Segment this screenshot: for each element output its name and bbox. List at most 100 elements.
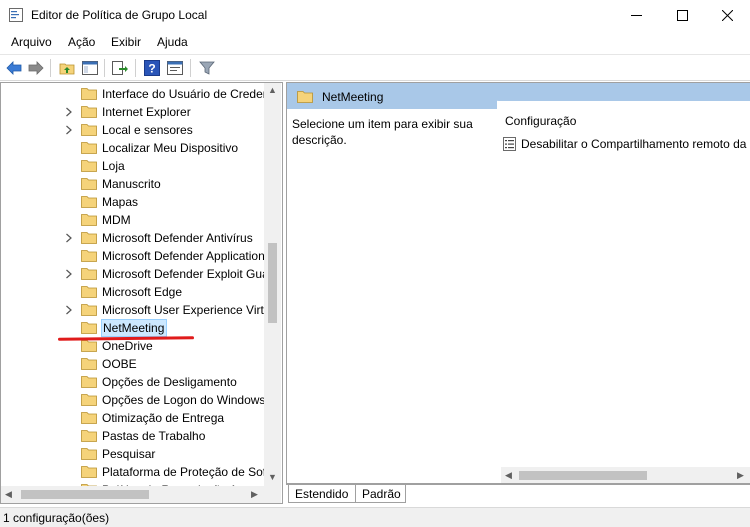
up-folder-icon: [59, 63, 75, 75]
expand-chevron-icon[interactable]: [65, 107, 73, 117]
tree-item-label: Microsoft Defender Application Guard: [102, 249, 266, 263]
expand-chevron-icon[interactable]: [65, 125, 73, 135]
status-text: 1 configuração(ões): [3, 511, 110, 525]
tree-item[interactable]: Local e sensores: [1, 121, 266, 139]
expand-chevron-icon[interactable]: [65, 305, 73, 315]
expand-chevron-icon[interactable]: [65, 233, 73, 243]
tree-item[interactable]: MDM: [1, 211, 266, 229]
view-tabs: Estendido Padrão: [286, 484, 750, 504]
column-header-configuracao[interactable]: Configuração: [505, 114, 576, 128]
folder-icon: [81, 340, 97, 352]
tree-horizontal-scroll-thumb[interactable]: [21, 490, 149, 499]
tree-item-label: Loja: [102, 159, 125, 173]
tree-item-label: Otimização de Entrega: [102, 411, 225, 425]
menu-arquivo[interactable]: Arquivo: [11, 35, 52, 49]
tree-item[interactable]: Otimização de Entrega: [1, 409, 266, 427]
up-one-level-button[interactable]: [58, 59, 76, 77]
tree-item-label: Localizar Meu Dispositivo: [102, 141, 239, 155]
folder-icon: [81, 412, 97, 424]
help-button[interactable]: ?: [143, 59, 161, 77]
folder-icon: [81, 376, 97, 388]
tree-item-label: Microsoft Defender Exploit Guard: [102, 267, 266, 281]
close-icon: [721, 10, 733, 21]
header-band: [287, 83, 497, 109]
tree-item-label: NetMeeting: [101, 319, 168, 337]
folder-icon: [81, 232, 97, 244]
tree-item[interactable]: Manuscrito: [1, 175, 266, 193]
setting-row[interactable]: Desabilitar o Compartilhamento remoto da…: [503, 135, 750, 153]
scroll-right-icon[interactable]: ▶: [737, 471, 744, 480]
show-hide-tree-icon: [82, 61, 98, 75]
minimize-button[interactable]: [613, 0, 659, 31]
folder-icon: [81, 178, 97, 190]
scroll-right-icon[interactable]: ▶: [251, 490, 258, 499]
properties-icon: [167, 61, 183, 75]
details-horizontal-scrollbar[interactable]: ◀ ▶: [501, 467, 750, 483]
setting-icon: [503, 137, 516, 151]
tab-padrao[interactable]: Padrão: [356, 485, 406, 503]
tree-pane[interactable]: Interface do Usuário de Credenciais Inter…: [0, 82, 283, 504]
tree-horizontal-scrollbar[interactable]: ◀ ▶: [1, 486, 264, 503]
toolbar-separator: [190, 59, 191, 77]
toolbar-separator: [50, 59, 51, 77]
tree-item[interactable]: Loja: [1, 157, 266, 175]
tree-item[interactable]: Pesquisar: [1, 445, 266, 463]
tree-item[interactable]: Mapas: [1, 193, 266, 211]
close-button[interactable]: [704, 0, 750, 31]
toolbar-separator: [104, 59, 105, 77]
folder-icon: [81, 196, 97, 208]
tree-item[interactable]: Localizar Meu Dispositivo: [1, 139, 266, 157]
folder-icon: [81, 250, 97, 262]
export-list-button[interactable]: [111, 59, 129, 77]
forward-button[interactable]: [27, 59, 45, 77]
tree-item-label: Opções de Desligamento: [102, 375, 237, 389]
toolbar-separator: [135, 59, 136, 77]
title-bar: Editor de Política de Grupo Local: [0, 0, 750, 31]
tree-item[interactable]: Internet Explorer: [1, 103, 266, 121]
folder-icon: [81, 430, 97, 442]
back-button[interactable]: [5, 59, 23, 77]
forward-arrow-icon: [28, 61, 44, 75]
scroll-down-icon[interactable]: ▼: [268, 473, 277, 482]
tree-item[interactable]: Opções de Logon do Windows: [1, 391, 266, 409]
maximize-icon: [676, 10, 688, 21]
details-pane: NetMeeting Selecione um item para exibir…: [286, 82, 750, 484]
tree-item[interactable]: Pastas de Trabalho: [1, 427, 266, 445]
details-horizontal-scroll-thumb[interactable]: [519, 471, 647, 480]
expand-chevron-icon[interactable]: [65, 269, 73, 279]
folder-icon: [81, 448, 97, 460]
scroll-left-icon[interactable]: ◀: [505, 471, 512, 480]
folder-icon: [81, 160, 97, 172]
scroll-left-icon[interactable]: ◀: [5, 490, 12, 499]
folder-icon: [81, 358, 97, 370]
tab-estendido[interactable]: Estendido: [288, 485, 356, 503]
folder-icon: [81, 394, 97, 406]
properties-button[interactable]: [166, 59, 184, 77]
show-hide-tree-button[interactable]: [81, 59, 99, 77]
tree-item[interactable]: NetMeeting: [1, 319, 266, 337]
filter-button[interactable]: [198, 59, 216, 77]
tree-item[interactable]: Microsoft Defender Exploit Guard: [1, 265, 266, 283]
tree-item[interactable]: Interface do Usuário de Credenciais: [1, 85, 266, 103]
tree-item[interactable]: Microsoft User Experience Virtualization: [1, 301, 266, 319]
tree-item[interactable]: OOBE: [1, 355, 266, 373]
tree-vertical-scrollbar[interactable]: ▲ ▼: [264, 83, 281, 486]
tree-item[interactable]: Microsoft Defender Antivírus: [1, 229, 266, 247]
scroll-corner: [264, 486, 281, 503]
tree-vertical-scroll-thumb[interactable]: [268, 243, 277, 323]
pane-divider: [498, 110, 499, 483]
folder-icon: [81, 214, 97, 226]
tree-item-label: Pesquisar: [102, 447, 156, 461]
tree-item[interactable]: Opções de Desligamento: [1, 373, 266, 391]
menu-acao[interactable]: Ação: [68, 35, 95, 49]
menu-bar: Arquivo Ação Exibir Ajuda: [0, 31, 750, 53]
menu-exibir[interactable]: Exibir: [111, 35, 141, 49]
scroll-up-icon[interactable]: ▲: [268, 86, 277, 95]
tree-item[interactable]: Microsoft Edge: [1, 283, 266, 301]
tree-item-label: Internet Explorer: [102, 105, 191, 119]
group-policy-app-icon: [9, 8, 23, 22]
maximize-button[interactable]: [659, 0, 705, 31]
tree-item[interactable]: Microsoft Defender Application Guard: [1, 247, 266, 265]
tree-item[interactable]: Plataforma de Proteção de Software: [1, 463, 266, 481]
menu-ajuda[interactable]: Ajuda: [157, 35, 188, 49]
